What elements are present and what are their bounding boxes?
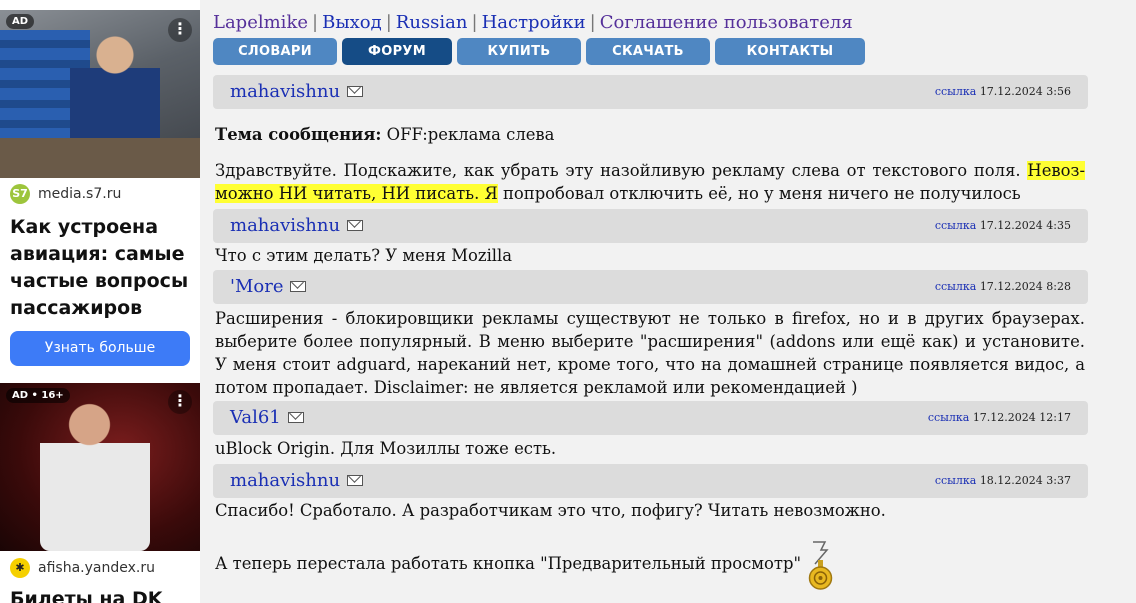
user-agreement-link[interactable]: Соглашение пользователя (600, 12, 853, 33)
mail-icon[interactable] (347, 86, 364, 97)
ad-headline[interactable]: Как устроена авиация: самые частые вопро… (10, 214, 196, 322)
mail-icon[interactable] (347, 220, 364, 231)
top-navigation: Lapelmike | Выход | Russian | Настройки | Соглаш… (213, 12, 853, 33)
settings-link[interactable]: Настройки (482, 12, 586, 33)
dictionaries-button[interactable]: СЛОВАРИ (213, 38, 337, 65)
author-link[interactable]: mahavishnu (230, 470, 340, 491)
post-date: 17.12.2024 3:56 (979, 85, 1071, 98)
logout-link[interactable]: Выход (322, 12, 382, 33)
author-link[interactable]: mahavishnu (230, 81, 340, 102)
author-link[interactable]: mahavishnu (230, 215, 340, 236)
forum-button[interactable]: ФОРУМ (342, 38, 452, 65)
post-meta: ссылка 17.12.2024 3:56 (935, 85, 1071, 98)
permalink-link[interactable]: ссылка (935, 85, 977, 98)
ad-source-domain: afisha.yandex.ru (38, 560, 155, 576)
post-date: 17.12.2024 8:28 (979, 280, 1071, 293)
ad-source[interactable]: ✱ afisha.yandex.ru (10, 558, 155, 578)
main-menu: СЛОВАРИ ФОРУМ КУПИТЬ СКАЧАТЬ КОНТАКТЫ (213, 38, 865, 65)
user-profile-link[interactable]: Lapelmike (213, 12, 308, 33)
afisha-logo-icon: ✱ (10, 558, 30, 578)
ad-badge: AD (6, 14, 35, 29)
permalink-link[interactable]: ссылка (935, 219, 977, 232)
post-meta: ссылка 18.12.2024 3:37 (935, 474, 1071, 487)
post-body: Здравствуйте. Подскажите, как убрать эту… (215, 161, 1085, 203)
ad-learn-more-button[interactable]: Узнать больше (10, 331, 190, 366)
post-body: uBlock Origin. Для Мозиллы тоже есть. (215, 439, 557, 458)
post-author: mahavishnu (230, 470, 364, 491)
ad-image-performer (40, 393, 150, 551)
ad-sidebar: AD ⋮ S7 media.s7.ru Как устроена авиация… (0, 0, 200, 603)
permalink-link[interactable]: ссылка (928, 411, 970, 424)
post-meta: ссылка 17.12.2024 12:17 (928, 411, 1071, 424)
ad-headline[interactable]: Билеты на DK (10, 586, 196, 603)
post-author: mahavishnu (230, 215, 364, 236)
medal-icon (808, 541, 833, 590)
contacts-button[interactable]: КОНТАКТЫ (715, 38, 865, 65)
ad-menu-icon[interactable]: ⋮ (168, 390, 192, 414)
post-body: Что с этим делать? У меня Mozilla (215, 246, 513, 265)
post-header: mahavishnu ссылка 18.12.2024 3:37 (213, 464, 1088, 498)
ad-image-bench (0, 138, 200, 178)
post-author: Val61 (230, 407, 304, 428)
post-body-continued: А теперь перестала работать кнопка "Пред… (215, 554, 802, 573)
ad-source[interactable]: S7 media.s7.ru (10, 184, 121, 204)
mail-icon[interactable] (287, 412, 304, 423)
ad-badge-age: AD • 16+ (6, 388, 70, 403)
permalink-link[interactable]: ссылка (935, 280, 977, 293)
post-body: Спасибо! Сработало. А разработчикам это … (215, 501, 886, 520)
post-date: 18.12.2024 3:37 (979, 474, 1071, 487)
post-date: 17.12.2024 4:35 (979, 219, 1071, 232)
download-button[interactable]: СКАЧАТЬ (586, 38, 710, 65)
ad-source-domain: media.s7.ru (38, 186, 122, 202)
post-header: mahavishnu ссылка 17.12.2024 3:56 (213, 75, 1088, 109)
ad-menu-icon[interactable]: ⋮ (168, 18, 192, 42)
topic-label: Тема сообщения: (215, 125, 382, 144)
post-header: mahavishnu ссылка 17.12.2024 4:35 (213, 209, 1088, 243)
post-header: 'More ссылка 17.12.2024 8:28 (213, 270, 1088, 304)
post-meta: ссылка 17.12.2024 8:28 (935, 280, 1071, 293)
topic-value: OFF:реклама слева (386, 125, 555, 144)
post-meta: ссылка 17.12.2024 4:35 (935, 219, 1071, 232)
post-author: 'More (230, 276, 307, 297)
post-author: mahavishnu (230, 81, 364, 102)
permalink-link[interactable]: ссылка (935, 474, 977, 487)
post-header: Val61 ссылка 17.12.2024 12:17 (213, 401, 1088, 435)
buy-button[interactable]: КУПИТЬ (457, 38, 581, 65)
topic-line: Тема сообщения: OFF:реклама слева (215, 123, 1085, 146)
post-body: Расширения - блокировщики рекламы сущест… (215, 309, 1085, 397)
s7-logo-icon: S7 (10, 184, 30, 204)
author-link[interactable]: Val61 (230, 407, 281, 428)
language-link[interactable]: Russian (396, 12, 468, 33)
mail-icon[interactable] (347, 475, 364, 486)
author-link[interactable]: 'More (230, 276, 283, 297)
mail-icon[interactable] (290, 281, 307, 292)
post-date: 17.12.2024 12:17 (972, 411, 1071, 424)
